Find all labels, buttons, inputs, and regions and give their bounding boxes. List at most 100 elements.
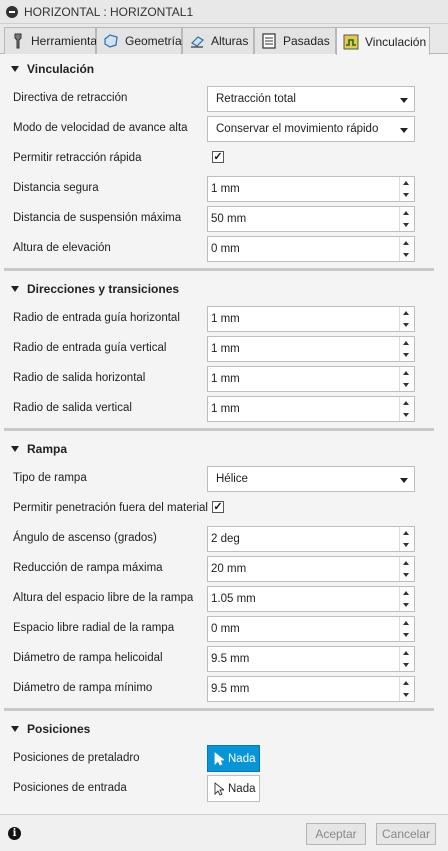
spin-down-icon[interactable]	[403, 603, 409, 607]
spinner[interactable]	[399, 617, 414, 641]
field-label: Distancia segura	[13, 182, 99, 194]
ramp-radial-clearance-input[interactable]: 0 mm	[207, 616, 415, 642]
dropdown-arrow-icon	[400, 98, 408, 103]
spinner[interactable]	[399, 557, 414, 581]
input-value: 1.05 mm	[211, 593, 256, 605]
lead-out-horizontal-radius-input[interactable]: 1 mm	[207, 366, 415, 392]
section-divider	[4, 708, 434, 711]
retract-policy-dropdown[interactable]: Retracción total	[207, 86, 415, 112]
lift-height-input[interactable]: 0 mm	[207, 236, 415, 262]
spin-up-icon[interactable]	[403, 181, 409, 185]
spinner[interactable]	[399, 337, 414, 361]
spin-up-icon[interactable]	[403, 591, 409, 595]
spin-up-icon[interactable]	[403, 681, 409, 685]
min-ramp-diameter-input[interactable]: 9.5 mm	[207, 676, 415, 702]
input-value: 1 mm	[211, 183, 240, 195]
spinner[interactable]	[399, 587, 414, 611]
section-divider	[4, 268, 434, 271]
lead-in-vertical-radius-input[interactable]: 1 mm	[207, 336, 415, 362]
entry-positions-select-button[interactable]: Nada	[207, 775, 260, 802]
ramp-angle-input[interactable]: 2 deg	[207, 526, 415, 552]
spin-down-icon[interactable]	[403, 543, 409, 547]
collapse-icon[interactable]	[6, 6, 18, 18]
spinner[interactable]	[399, 647, 414, 671]
spinner[interactable]	[399, 527, 414, 551]
allow-outside-plunge-checkbox[interactable]: ✓	[212, 501, 224, 513]
tab-vinculacion[interactable]: Vinculación	[336, 27, 430, 55]
select-value: Nada	[228, 752, 256, 765]
spin-up-icon[interactable]	[403, 211, 409, 215]
spin-up-icon[interactable]	[403, 371, 409, 375]
ramp-clearance-height-input[interactable]: 1.05 mm	[207, 586, 415, 612]
tab-label: Alturas	[211, 34, 249, 48]
spin-up-icon[interactable]	[403, 651, 409, 655]
input-value: 1 mm	[211, 313, 240, 325]
field-label: Tipo de rampa	[13, 472, 87, 484]
predrill-positions-select-button[interactable]: Nada	[207, 745, 260, 772]
section-direcciones-header[interactable]: Direcciones y transiciones	[0, 274, 448, 304]
heights-icon	[189, 33, 205, 49]
tab-geometria[interactable]: Geometría	[96, 27, 182, 54]
high-feed-mode-dropdown[interactable]: Conservar el movimiento rápido	[207, 116, 415, 142]
section-posiciones-header[interactable]: Posiciones	[0, 714, 448, 744]
field-label: Posiciones de pretaladro	[13, 752, 140, 764]
row-angulo: Ángulo de ascenso (grados) 2 deg	[0, 524, 448, 554]
spinner[interactable]	[399, 677, 414, 701]
spinner[interactable]	[399, 177, 414, 201]
dropdown-value: Hélice	[216, 473, 248, 485]
input-value: 1 mm	[211, 343, 240, 355]
input-value: 2 deg	[211, 533, 240, 545]
spinner[interactable]	[399, 397, 414, 421]
section-rampa-header[interactable]: Rampa	[0, 434, 448, 464]
spinner[interactable]	[399, 207, 414, 231]
spin-up-icon[interactable]	[403, 341, 409, 345]
spin-down-icon[interactable]	[403, 693, 409, 697]
tab-herramienta[interactable]: Herramienta	[4, 27, 97, 54]
safe-distance-input[interactable]: 1 mm	[207, 176, 415, 202]
spin-up-icon[interactable]	[403, 241, 409, 245]
lead-out-vertical-radius-input[interactable]: 1 mm	[207, 396, 415, 422]
spin-down-icon[interactable]	[403, 253, 409, 257]
spin-down-icon[interactable]	[403, 633, 409, 637]
field-label: Directiva de retracción	[13, 92, 128, 104]
spin-down-icon[interactable]	[403, 193, 409, 197]
field-label: Modo de velocidad de avance alta	[13, 122, 188, 134]
spinner[interactable]	[399, 367, 414, 391]
collapse-triangle-icon	[11, 726, 19, 732]
cancel-button[interactable]: Cancelar	[376, 823, 436, 845]
row-penetracion: Permitir penetración fuera del material …	[0, 494, 448, 524]
spin-up-icon[interactable]	[403, 531, 409, 535]
spin-down-icon[interactable]	[403, 663, 409, 667]
info-icon[interactable]: i	[8, 827, 21, 840]
spin-up-icon[interactable]	[403, 311, 409, 315]
input-value: 0 mm	[211, 243, 240, 255]
tab-pasadas[interactable]: Pasadas	[254, 27, 336, 54]
accept-button[interactable]: Aceptar	[306, 823, 366, 845]
geometry-icon	[103, 33, 119, 49]
spin-down-icon[interactable]	[403, 573, 409, 577]
spinner[interactable]	[399, 237, 414, 261]
section-title: Direcciones y transiciones	[27, 282, 180, 296]
spinner[interactable]	[399, 307, 414, 331]
lead-in-horizontal-radius-input[interactable]: 1 mm	[207, 306, 415, 332]
allow-rapid-retract-checkbox[interactable]: ✓	[212, 151, 224, 163]
spin-up-icon[interactable]	[403, 561, 409, 565]
spin-up-icon[interactable]	[403, 401, 409, 405]
section-vinculacion-header[interactable]: Vinculación	[0, 54, 448, 84]
tab-alturas[interactable]: Alturas	[182, 27, 254, 54]
tab-label: Vinculación	[365, 34, 427, 49]
max-stay-down-input[interactable]: 50 mm	[207, 206, 415, 232]
row-permitir: Permitir retracción rápida ✓	[0, 144, 448, 174]
helical-ramp-diameter-input[interactable]: 9.5 mm	[207, 646, 415, 672]
input-value: 0 mm	[211, 623, 240, 635]
max-ramp-stepdown-input[interactable]: 20 mm	[207, 556, 415, 582]
spin-down-icon[interactable]	[403, 223, 409, 227]
spin-down-icon[interactable]	[403, 383, 409, 387]
spin-up-icon[interactable]	[403, 621, 409, 625]
spin-down-icon[interactable]	[403, 323, 409, 327]
spin-down-icon[interactable]	[403, 413, 409, 417]
spin-down-icon[interactable]	[403, 353, 409, 357]
row-directiva: Directiva de retracción Retracción total	[0, 84, 448, 114]
ramp-type-dropdown[interactable]: Hélice	[207, 466, 415, 492]
field-label: Distancia de suspensión máxima	[13, 212, 182, 224]
